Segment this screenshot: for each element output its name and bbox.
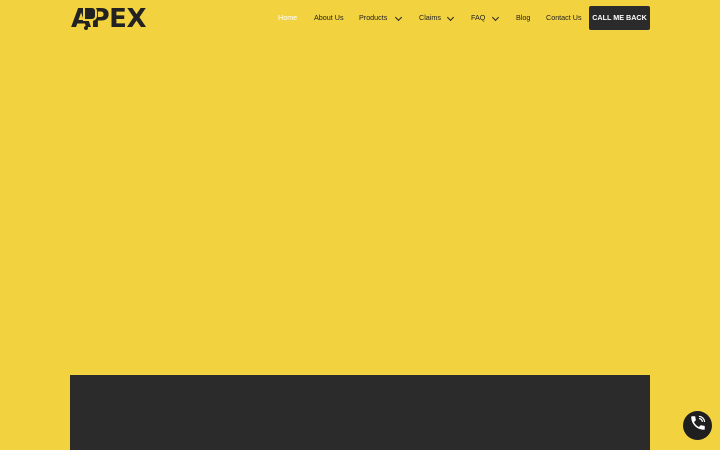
call-me-back-button[interactable]: CALL ME BACK xyxy=(589,6,650,30)
main-nav: Home About Us Products Claims FAQ Blog C… xyxy=(0,0,720,36)
nav-item-contact-us[interactable]: Contact Us xyxy=(546,12,582,23)
chevron-down-icon[interactable] xyxy=(491,13,500,22)
call-button[interactable] xyxy=(683,411,712,440)
nav-item-faq[interactable]: FAQ xyxy=(471,12,485,23)
phone-icon xyxy=(689,414,707,437)
nav-item-blog[interactable]: Blog xyxy=(516,12,530,23)
chevron-down-icon[interactable] xyxy=(446,13,455,22)
nav-item-home[interactable]: Home xyxy=(278,12,297,23)
page: A PEX Home About Us Products Claims FAQ … xyxy=(0,0,720,450)
nav-item-about-us[interactable]: About Us xyxy=(314,12,344,23)
nav-item-claims[interactable]: Claims xyxy=(419,12,441,23)
chevron-down-icon[interactable] xyxy=(394,13,403,22)
dark-content-section xyxy=(70,375,650,450)
nav-item-products[interactable]: Products xyxy=(359,12,387,23)
